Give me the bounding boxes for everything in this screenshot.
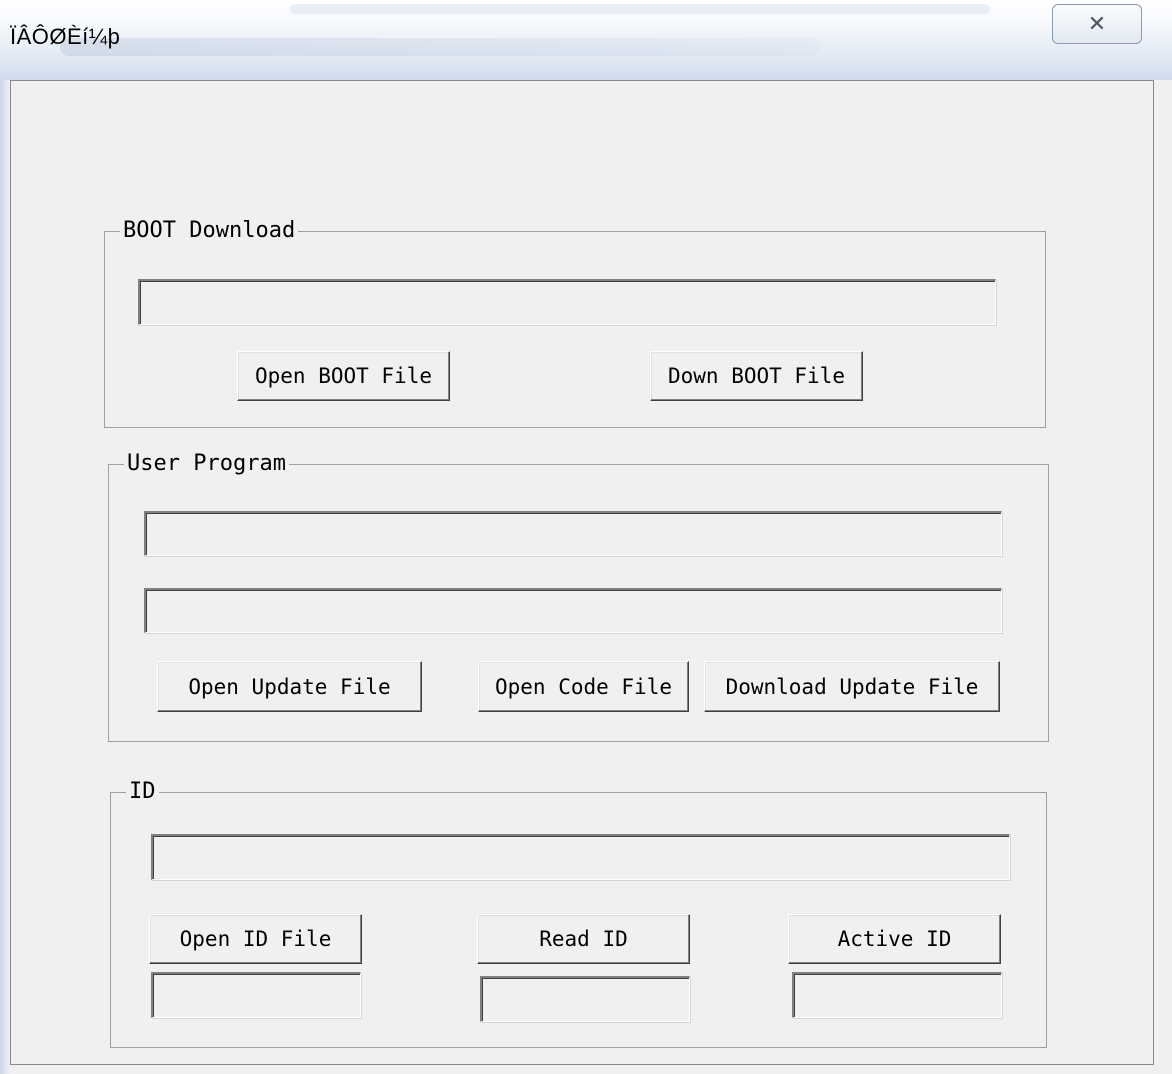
down-boot-file-button[interactable]: Down BOOT File bbox=[650, 351, 863, 401]
close-icon: ✕ bbox=[1087, 11, 1107, 36]
window-title: ÏÂÔØÈí¼þ bbox=[10, 24, 121, 49]
open-code-file-button[interactable]: Open Code File bbox=[478, 661, 689, 712]
open-id-file-button[interactable]: Open ID File bbox=[149, 914, 362, 964]
id-group-label: ID bbox=[126, 778, 159, 806]
read-id-button[interactable]: Read ID bbox=[477, 914, 690, 964]
active-id-button[interactable]: Active ID bbox=[788, 914, 1001, 964]
background-blur bbox=[290, 4, 990, 14]
window-titlebar: ÏÂÔØÈí¼þ ✕ bbox=[0, 0, 1172, 80]
open-update-file-button[interactable]: Open Update File bbox=[157, 661, 422, 712]
open-boot-file-button[interactable]: Open BOOT File bbox=[237, 351, 450, 401]
boot-download-group-label: BOOT Download bbox=[120, 217, 299, 245]
dialog-client-area: BOOT Download Open BOOT File Down BOOT F… bbox=[10, 80, 1154, 1065]
id-file-path-field[interactable] bbox=[151, 834, 1010, 880]
download-update-file-button[interactable]: Download Update File bbox=[704, 661, 1000, 712]
read-id-result-field[interactable] bbox=[480, 976, 690, 1022]
background-blur bbox=[60, 38, 820, 56]
update-file-path-field[interactable] bbox=[144, 511, 1002, 556]
code-file-path-field[interactable] bbox=[144, 588, 1002, 633]
active-id-result-field[interactable] bbox=[792, 972, 1002, 1018]
close-button[interactable]: ✕ bbox=[1052, 4, 1142, 44]
window-frame-edge bbox=[0, 80, 10, 1074]
user-program-group-label: User Program bbox=[124, 450, 289, 478]
boot-file-path-field[interactable] bbox=[138, 279, 996, 325]
open-id-result-field[interactable] bbox=[151, 972, 361, 1018]
